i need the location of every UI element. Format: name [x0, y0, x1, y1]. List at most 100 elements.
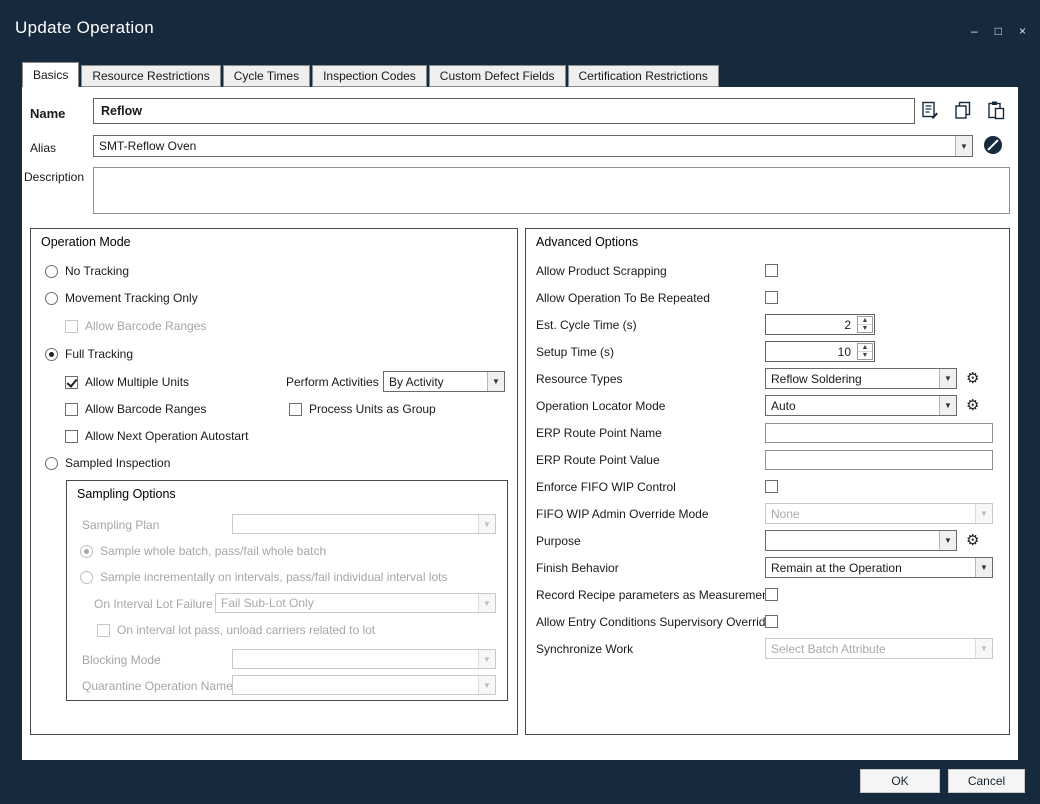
row-enforce-fifo-wip-control: Enforce FIFO WIP Control — [526, 473, 1009, 500]
tab-resource-restrictions[interactable]: Resource Restrictions — [81, 65, 220, 87]
chevron-down-icon[interactable]: ▼ — [975, 558, 992, 577]
row-operation-locator-mode: Operation Locator Mode Auto ▼ ⚙ — [526, 392, 1009, 419]
description-label: Description — [24, 170, 84, 184]
est-cycle-time-spinner[interactable]: 2 ▲ ▼ — [765, 314, 875, 335]
radio-sample-whole-batch: Sample whole batch, pass/fail whole batc… — [80, 543, 326, 559]
clear-alias-icon[interactable] — [984, 136, 1002, 154]
fifo-wip-admin-override-mode-value: None — [766, 504, 975, 523]
chevron-down-icon[interactable]: ▼ — [939, 369, 956, 388]
allow-entry-conditions-override-checkbox[interactable] — [765, 615, 778, 628]
quarantine-operation-name-value — [233, 676, 478, 694]
tab-inspection-codes[interactable]: Inspection Codes — [312, 65, 427, 87]
chevron-up-icon[interactable]: ▲ — [858, 344, 872, 352]
tab-certification-restrictions[interactable]: Certification Restrictions — [568, 65, 719, 87]
close-button[interactable]: × — [1019, 24, 1026, 38]
chevron-up-icon[interactable]: ▲ — [858, 317, 872, 325]
checkbox-label: Process Units as Group — [309, 402, 436, 416]
quarantine-operation-name-select: ▼ — [232, 675, 496, 695]
erp-route-point-value-input[interactable] — [765, 450, 993, 470]
field-label: Synchronize Work — [536, 642, 765, 656]
radio-icon — [45, 265, 58, 278]
field-label: Operation Locator Mode — [536, 399, 765, 413]
operation-mode-title: Operation Mode — [41, 235, 131, 249]
radio-sampled-inspection[interactable]: Sampled Inspection — [45, 455, 170, 471]
checkbox-movement-allow-barcode-ranges: Allow Barcode Ranges — [65, 318, 206, 334]
copy-icon[interactable] — [953, 100, 973, 120]
checkbox-icon — [65, 403, 78, 416]
description-input[interactable] — [93, 167, 1010, 214]
chevron-down-icon[interactable]: ▼ — [858, 352, 872, 359]
field-label: Record Recipe parameters as Measurements — [536, 588, 765, 602]
gear-icon[interactable]: ⚙ — [966, 398, 979, 413]
maximize-button[interactable]: □ — [995, 24, 1002, 38]
record-recipe-as-measurements-checkbox[interactable] — [765, 588, 778, 601]
erp-route-point-name-input[interactable] — [765, 423, 993, 443]
checkbox-allow-next-operation-autostart[interactable]: Allow Next Operation Autostart — [65, 428, 248, 444]
field-label: Est. Cycle Time (s) — [536, 318, 765, 332]
edit-names-icon[interactable] — [920, 100, 940, 120]
checkbox-icon — [65, 376, 78, 389]
enforce-fifo-wip-control-checkbox[interactable] — [765, 480, 778, 493]
checkbox-allow-multiple-units[interactable]: Allow Multiple Units — [65, 374, 189, 390]
chevron-down-icon[interactable]: ▼ — [955, 136, 972, 156]
row-est-cycle-time: Est. Cycle Time (s) 2 ▲ ▼ — [526, 311, 1009, 338]
advanced-options-rows: Allow Product Scrapping Allow Operation … — [526, 257, 1009, 662]
allow-operation-repeated-checkbox[interactable] — [765, 291, 778, 304]
field-label: ERP Route Point Name — [536, 426, 765, 440]
radio-full-tracking[interactable]: Full Tracking — [45, 346, 133, 362]
radio-no-tracking[interactable]: No Tracking — [45, 263, 129, 279]
chevron-down-icon[interactable]: ▼ — [939, 531, 956, 550]
radio-icon — [45, 348, 58, 361]
radio-movement-tracking-only[interactable]: Movement Tracking Only — [45, 290, 198, 306]
checkbox-allow-barcode-ranges[interactable]: Allow Barcode Ranges — [65, 401, 206, 417]
perform-activities-select[interactable]: By Activity ▼ — [383, 371, 505, 392]
row-erp-route-point-name: ERP Route Point Name — [526, 419, 1009, 446]
chevron-down-icon: ▼ — [478, 515, 495, 533]
name-label: Name — [30, 106, 65, 121]
operation-locator-mode-select[interactable]: Auto ▼ — [765, 395, 957, 416]
chevron-down-icon[interactable]: ▼ — [858, 325, 872, 332]
on-interval-lot-failure-select: Fail Sub-Lot Only ▼ — [215, 593, 496, 613]
field-label: Enforce FIFO WIP Control — [536, 480, 765, 494]
on-interval-lot-failure-value: Fail Sub-Lot Only — [216, 594, 478, 612]
row-allow-product-scrapping: Allow Product Scrapping — [526, 257, 1009, 284]
setup-time-spinner[interactable]: 10 ▲ ▼ — [765, 341, 875, 362]
update-operation-dialog: Update Operation – □ × Basics Resource R… — [0, 0, 1040, 804]
purpose-select[interactable]: ▼ — [765, 530, 957, 551]
chevron-down-icon[interactable]: ▼ — [939, 396, 956, 415]
spinner-buttons: ▲ ▼ — [857, 343, 873, 360]
tab-custom-defect-fields[interactable]: Custom Defect Fields — [429, 65, 566, 87]
setup-time-value: 10 — [766, 342, 856, 361]
name-input[interactable]: Reflow — [93, 98, 915, 124]
minimize-button[interactable]: – — [971, 24, 978, 38]
alias-label: Alias — [30, 141, 56, 155]
checkbox-on-interval-lot-pass-unload: On interval lot pass, unload carriers re… — [97, 622, 375, 638]
allow-product-scrapping-checkbox[interactable] — [765, 264, 778, 277]
row-finish-behavior: Finish Behavior Remain at the Operation … — [526, 554, 1009, 581]
field-label: Resource Types — [536, 372, 765, 386]
radio-label: Sample incrementally on intervals, pass/… — [100, 570, 448, 584]
gear-icon[interactable]: ⚙ — [966, 533, 979, 548]
paste-icon[interactable] — [986, 100, 1006, 120]
field-label: ERP Route Point Value — [536, 453, 765, 467]
tab-cycle-times[interactable]: Cycle Times — [223, 65, 310, 87]
tab-basics[interactable]: Basics — [22, 62, 79, 87]
row-allow-entry-conditions-override: Allow Entry Conditions Supervisory Overr… — [526, 608, 1009, 635]
chevron-down-icon[interactable]: ▼ — [487, 372, 504, 391]
row-setup-time: Setup Time (s) 10 ▲ ▼ — [526, 338, 1009, 365]
advanced-options-title: Advanced Options — [536, 235, 638, 249]
checkbox-label: Allow Multiple Units — [85, 375, 189, 389]
alias-combobox[interactable]: SMT-Reflow Oven ▼ — [93, 135, 973, 157]
chevron-down-icon: ▼ — [975, 639, 992, 658]
checkbox-process-units-as-group[interactable]: Process Units as Group — [289, 401, 436, 417]
field-label: Allow Product Scrapping — [536, 264, 765, 278]
checkbox-icon — [65, 320, 78, 333]
checkbox-icon — [289, 403, 302, 416]
resource-types-select[interactable]: Reflow Soldering ▼ — [765, 368, 957, 389]
titlebar[interactable]: Update Operation – □ × — [0, 0, 1040, 52]
cancel-button[interactable]: Cancel — [948, 769, 1025, 793]
finish-behavior-select[interactable]: Remain at the Operation ▼ — [765, 557, 993, 578]
ok-button[interactable]: OK — [860, 769, 940, 793]
gear-icon[interactable]: ⚙ — [966, 371, 979, 386]
synchronize-work-value: Select Batch Attribute — [766, 639, 975, 658]
